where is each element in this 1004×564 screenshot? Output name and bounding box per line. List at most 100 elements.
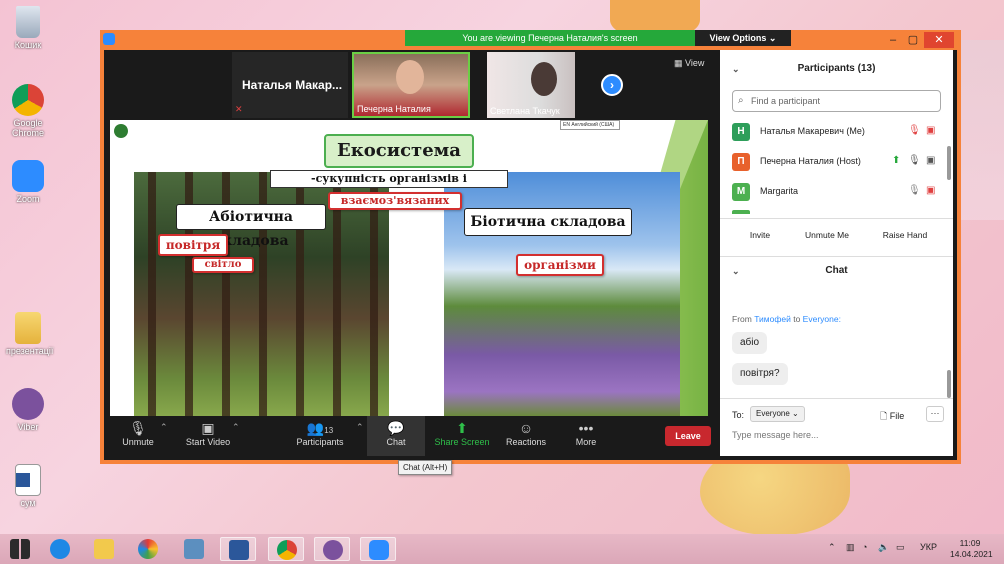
taskbar-clock[interactable]: 11:09 14.04.2021 [950,538,993,560]
avatar: M [732,183,750,201]
participant-name: Наталья Макаревич (Me) [760,126,865,136]
unmute-button[interactable]: 🎙 Unmute [118,420,158,447]
desktop-icon-folder[interactable]: презентації [6,312,54,356]
slide-subtitle: -сукупність організмів і середовища [270,170,508,201]
collapse-chevron-icon[interactable]: ⌄ [732,258,740,284]
leave-button[interactable]: Leave [665,426,711,446]
taskbar-word[interactable] [220,537,256,561]
wallpaper-petal [960,40,1004,220]
reactions-icon: ☺ [518,420,534,436]
chrome-icon [12,84,44,116]
desktop-icon-label: Viber [17,422,39,432]
windows-taskbar: ⌃ ▥ ◔ 🔈 ▭ УКР 11:09 14.04.2021 [0,534,1004,564]
taskbar-explorer[interactable] [86,537,122,561]
taskbar-viber[interactable] [314,537,350,561]
chat-tooltip: Chat (Alt+H) [398,460,453,475]
chat-header: ⌄ Chat [720,258,953,284]
slide-title: Екосистема [324,134,474,168]
mic-icon: 🎙 [908,155,921,166]
collapse-chevron-icon[interactable]: ⌄ [732,56,740,82]
participant-row[interactable]: П Печерна Наталия (Host) ⬆ 🎙 ▣ [732,152,947,172]
view-options-button[interactable]: View Options ⌄ [695,30,791,46]
chat-message-input[interactable]: Type message here... [732,430,819,440]
chat-message: абіо [732,332,768,354]
chat-scrollbar[interactable] [947,370,951,398]
participants-header: ⌄ Participants (13) [720,56,953,82]
raise-hand-button[interactable]: Raise Hand [874,226,936,244]
chat-icon: 💬 [387,420,405,436]
more-button[interactable]: ••• More [568,420,604,447]
show-hidden-icons[interactable]: ⌃ [828,542,836,553]
participant-row[interactable]: Н Наталья Макаревич (Me) 🎙 ▣ [732,122,947,142]
paint-icon [138,539,158,559]
search-icon: ⌕ [738,95,744,106]
participants-scrollbar[interactable] [947,146,951,180]
participants-button[interactable]: 👥13 Participants [294,420,346,447]
view-button[interactable]: ▦ View [674,58,704,69]
participants-options-caret[interactable]: ⌃ [356,422,364,433]
zoom-logo-icon [103,33,115,45]
taskbar-paint[interactable] [130,537,166,561]
share-screen-button[interactable]: ⬆ Share Screen [434,420,490,447]
participant-face [396,60,424,94]
taskbar-chrome[interactable] [268,537,304,561]
chat-message: повітря? [732,363,788,385]
desktop-icon-label: Zoom [16,194,40,204]
recipient-select[interactable]: Everyone ⌄ [750,406,805,422]
shared-screen-slide: EN Английский (США) Екосистема -сукупніс… [110,120,708,416]
start-button[interactable] [2,537,38,561]
internet-explorer-icon [50,539,70,559]
tray-wifi-icon[interactable]: ◔ [862,542,867,552]
desktop-icon-recycle-bin[interactable]: Кошик [6,6,50,50]
word-document-icon [15,464,41,496]
file-button[interactable]: 🗋 File [880,409,904,425]
light-label: світло [192,257,254,273]
audio-options-caret[interactable]: ⌃ [160,422,168,433]
mic-icon: 🎙 [908,185,921,196]
meeting-toolbar: 🎙 Unmute ⌃ ▣ Start Video ⌃ 👥13 Participants… [104,416,716,456]
zoom-app-icon [12,160,44,192]
chat-more-button[interactable]: ··· [926,406,944,422]
video-tile[interactable]: Светлана Ткачук [487,52,575,118]
reactions-button[interactable]: ☺ Reactions [504,420,548,447]
desktop-icon-chrome[interactable]: Google Chrome [6,84,50,138]
muted-mic-icon: 🎙 [129,420,147,436]
minimize-icon[interactable]: – [884,32,902,48]
unmute-me-button[interactable]: Unmute Me [796,226,858,244]
avatar: П [732,153,750,171]
participant-name: Margarita [760,186,799,196]
invite-button[interactable]: Invite [740,226,780,244]
taskbar-network[interactable] [176,537,212,561]
recycle-bin-icon [16,6,40,38]
taskbar-ie[interactable] [42,537,78,561]
desktop-icon-label: презентації [6,346,54,356]
maximize-icon[interactable]: ▢ [904,32,922,48]
video-tile[interactable]: Наталья Макар... ✕ [232,52,348,118]
desktop-icon-zoom[interactable]: Zoom [6,160,50,204]
participants-icon: 👥13 [306,420,334,436]
interconnected-label: взаємоз'вязаних [328,192,462,210]
zoom-window: You are viewing Печерна Наталия's screen… [100,30,961,464]
tray-network-icon[interactable]: ▥ [846,542,855,553]
desktop-icon-viber[interactable]: Viber [6,388,50,432]
chrome-icon [277,540,297,560]
participant-face [531,62,557,96]
zoom-app-icon [369,540,389,560]
video-options-caret[interactable]: ⌃ [232,422,240,433]
close-icon[interactable]: ✕ [924,32,954,48]
video-strip: Наталья Макар... ✕ Печерна Наталия Светл… [104,50,716,120]
participant-search-input[interactable]: ⌕ Find a participant [732,90,941,112]
chat-button[interactable]: 💬 Chat [377,420,415,447]
taskbar-zoom[interactable] [360,537,396,561]
next-page-button[interactable]: › [601,74,623,96]
tray-display-icon[interactable]: ▭ [896,542,905,553]
tile-name: Печерна Наталия [357,104,431,114]
video-off-icon: ▣ [926,125,936,136]
volume-icon[interactable]: 🔈 [878,542,889,553]
desktop-icon-word-doc[interactable]: сум [6,464,50,508]
muted-mic-icon: 🎙 [908,125,921,136]
start-video-button[interactable]: ▣ Start Video [182,420,234,447]
participant-row[interactable]: M Margarita 🎙 ▣ [732,182,947,202]
video-tile-active-speaker[interactable]: Печерна Наталия [352,52,470,118]
language-indicator[interactable]: УКР [920,542,937,552]
